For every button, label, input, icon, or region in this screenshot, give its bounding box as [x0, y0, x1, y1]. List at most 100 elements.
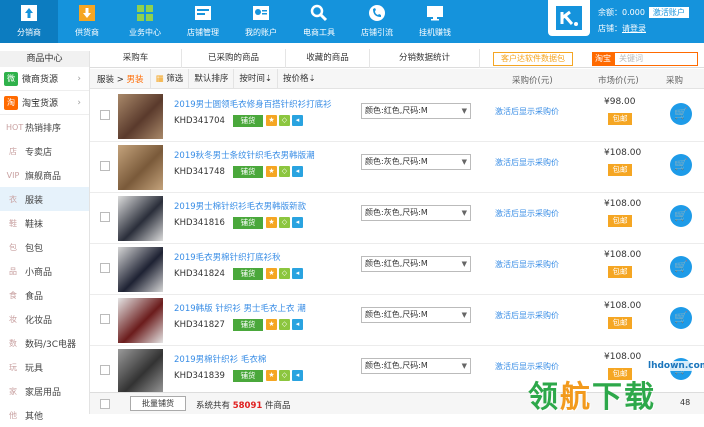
default-sort-button[interactable]: 默认排序 [188, 68, 233, 89]
bag-icon: 包 [9, 242, 17, 252]
list-product-button[interactable]: 铺货 [233, 115, 263, 127]
cart-icon: 🛒 [674, 311, 688, 324]
sidebar-item-food[interactable]: 食食品 [0, 283, 89, 307]
nav-distributor[interactable]: 分销商 [0, 0, 58, 43]
vip-price-note: 激活后显示采购价 [495, 158, 559, 167]
breadcrumb-current: 男装 [126, 74, 144, 85]
product-checkbox[interactable] [100, 365, 110, 375]
product-checkbox[interactable] [100, 161, 110, 171]
sidebar-item-specialty-store[interactable]: 店专卖店 [0, 139, 89, 163]
download-icon [78, 4, 96, 22]
add-to-cart-button[interactable]: 🛒 [670, 103, 692, 125]
spec-select[interactable]: 颜色:红色,尺码:M ▼ [361, 103, 471, 119]
account-panel: 余额：0.000 激活账户 店铺：请登录 [598, 5, 689, 37]
home-icon: 家 [9, 386, 17, 396]
sidebar-item-clothing[interactable]: 衣服装 [0, 187, 89, 211]
product-name-link[interactable]: 2019男棉针织衫 毛衣棉 [174, 353, 266, 365]
list-product-button[interactable]: 铺货 [233, 217, 263, 229]
vip-price-note: 激活后显示采购价 [495, 311, 559, 320]
nav-business-center[interactable]: 业务中心 [116, 0, 174, 43]
nav-ecom-tools[interactable]: 电商工具 [290, 0, 348, 43]
star-icon: ★ [266, 166, 277, 177]
spec-select[interactable]: 颜色:红色,尺码:M ▼ [361, 307, 471, 323]
product-name-link[interactable]: 2019男士棉针织衫毛衣男韩版新款 [174, 200, 306, 212]
activate-account-button[interactable]: 激活账户 [648, 7, 689, 18]
sidebar-item-digital[interactable]: 数数码/3C电器 [0, 331, 89, 355]
sidebar-item-cosmetics[interactable]: 妆化妆品 [0, 307, 89, 331]
vip-price-note: 激活后显示采购价 [495, 260, 559, 269]
spec-select[interactable]: 颜色:灰色,尺码:M ▼ [361, 154, 471, 170]
sort-by-price-button[interactable]: 按价格⇣ [276, 68, 321, 89]
shield-icon: ◇ [279, 166, 290, 177]
product-name-link[interactable]: 2019秋冬男士条纹针织毛衣男韩版潮 [174, 149, 315, 161]
sidebar-source-wechat[interactable]: 微 微商货源 › [0, 67, 89, 91]
sidebar-item-flagship[interactable]: VIP 旗舰商品 [0, 163, 89, 187]
product-thumbnail[interactable] [118, 298, 163, 343]
spec-select[interactable]: 颜色:红色,尺码:M ▼ [361, 256, 471, 272]
sort-arrow-icon: ⇣ [308, 73, 316, 84]
sidebar-item-toys[interactable]: 玩玩具 [0, 355, 89, 379]
product-checkbox[interactable] [100, 263, 110, 273]
login-link[interactable]: 请登录 [622, 24, 646, 33]
sidebar-item-other[interactable]: 他其他 [0, 403, 89, 427]
product-name-link[interactable]: 2019韩版 针织衫 男士毛衣上衣 潮 [174, 302, 306, 314]
product-checkbox[interactable] [100, 110, 110, 120]
sidebar-item-small-goods[interactable]: 品小商品 [0, 259, 89, 283]
spec-select[interactable]: 颜色:红色,尺码:M ▼ [361, 358, 471, 374]
watermark-url: lhdown.com [648, 361, 704, 371]
product-thumbnail[interactable] [118, 196, 163, 241]
spec-select[interactable]: 颜色:灰色,尺码:M ▼ [361, 205, 471, 221]
tab-purchase-cart[interactable]: 采购车 [90, 48, 182, 68]
add-to-cart-button[interactable]: 🛒 [670, 256, 692, 278]
cart-icon: 🛒 [674, 158, 688, 171]
food-icon: 食 [9, 290, 17, 300]
cosmetics-icon: 妆 [9, 314, 17, 324]
list-product-button[interactable]: 铺货 [233, 319, 263, 331]
product-code: KHD341704 [174, 116, 225, 126]
list-product-button[interactable]: 铺货 [233, 370, 263, 382]
star-icon: ★ [266, 370, 277, 381]
filter-button[interactable]: ▦ 筛选 [149, 68, 189, 89]
add-to-cart-button[interactable]: 🛒 [670, 307, 692, 329]
sidebar-source-taobao[interactable]: 淘 淘宝货源 › [0, 91, 89, 115]
sidebar-item-home[interactable]: 家家居用品 [0, 379, 89, 403]
product-thumbnail[interactable] [118, 94, 163, 139]
batch-list-button[interactable]: 批量铺货 [130, 396, 186, 411]
search-input[interactable]: 关键词 [614, 52, 698, 66]
nav-earn-money[interactable]: 挂机赚钱 [406, 0, 464, 43]
sort-by-time-button[interactable]: 按时间⇣ [233, 68, 277, 89]
sidebar-item-hot[interactable]: HOT 热销排序 [0, 115, 89, 139]
vip-price-note: 激活后显示采购价 [495, 107, 559, 116]
product-checkbox[interactable] [100, 212, 110, 222]
chevron-down-icon: ▼ [461, 260, 467, 268]
list-product-button[interactable]: 铺货 [233, 166, 263, 178]
monitor-icon [426, 4, 444, 22]
nav-my-account[interactable]: 我的账户 [232, 0, 290, 43]
add-to-cart-button[interactable]: 🛒 [670, 154, 692, 176]
add-to-cart-button[interactable]: 🛒 [670, 205, 692, 227]
top-nav: 分销商 供货商 业务中心 店铺管理 我的账户 电商工具 店铺引流 挂机赚钱 [0, 0, 464, 43]
breadcrumb-root[interactable]: 服装 [97, 75, 114, 85]
product-checkbox[interactable] [100, 314, 110, 324]
tab-distribution-stats[interactable]: 分销数据统计 [370, 48, 480, 68]
free-shipping-badge: 包邮 [608, 215, 632, 227]
star-icon: ★ [266, 268, 277, 279]
product-thumbnail[interactable] [118, 145, 163, 190]
product-row: 2019男士棉针织衫毛衣男韩版新款 KHD341816 铺货 ★ ◇ ◂ 颜色:… [90, 193, 704, 244]
product-thumbnail[interactable] [118, 349, 163, 394]
product-name-link[interactable]: 2019男士圆领毛衣修身百搭针织衫打底衫 [174, 98, 332, 110]
data-package-button[interactable]: 客户达软件数据包 [493, 52, 573, 66]
sidebar-item-shoes[interactable]: 鞋鞋袜 [0, 211, 89, 235]
list-product-button[interactable]: 铺货 [233, 268, 263, 280]
nav-store-traffic[interactable]: 店铺引流 [348, 0, 406, 43]
select-all-checkbox[interactable] [100, 399, 110, 409]
sidebar-item-bags[interactable]: 包包包 [0, 235, 89, 259]
nav-supplier[interactable]: 供货商 [58, 0, 116, 43]
nav-store-manage[interactable]: 店铺管理 [174, 0, 232, 43]
product-name-link[interactable]: 2019毛衣男棉针织打底衫秋 [174, 251, 281, 263]
chevron-down-icon: ▼ [461, 158, 467, 166]
tab-purchased[interactable]: 已采购的商品 [182, 48, 286, 68]
search-scope-select[interactable]: 淘宝 [592, 52, 614, 66]
tab-favorites[interactable]: 收藏的商品 [286, 48, 370, 68]
product-thumbnail[interactable] [118, 247, 163, 292]
